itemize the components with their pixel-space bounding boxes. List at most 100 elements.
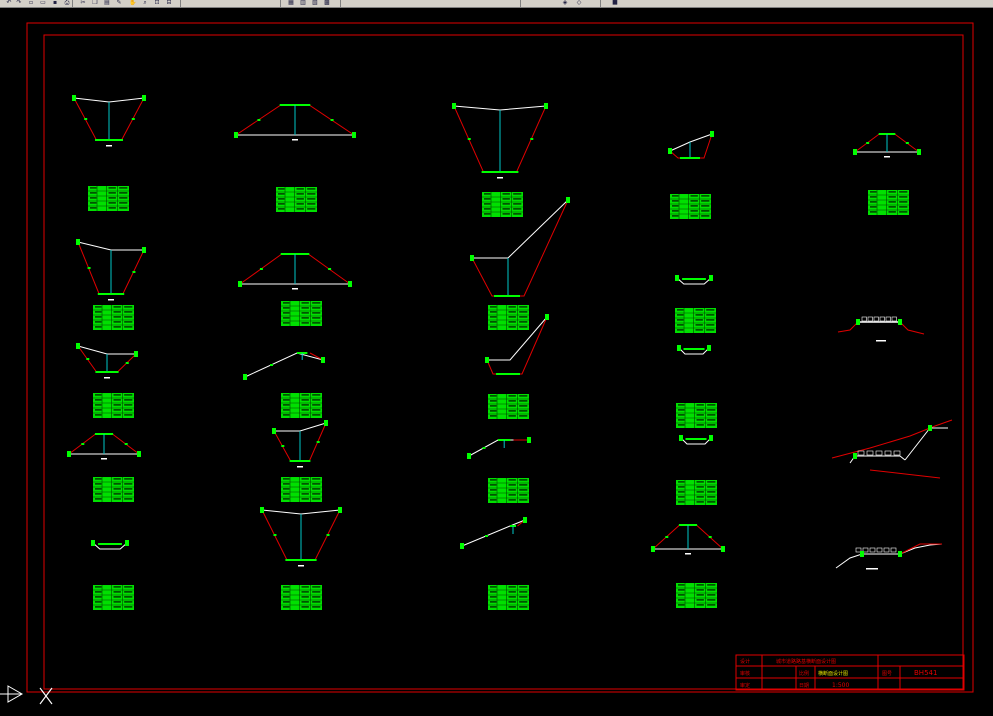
cad-toolbar: ↶ ↷ ▫ ▭ ▪ ⎙ ✂ ❐ ▤ ✎ ✋ ⌕ ⊡ ⊟ ▦ ▥ ▧ ▩ ◈ ◇ ■ xyxy=(0,0,993,8)
print-icon[interactable]: ⎙ xyxy=(62,0,72,6)
drawing-svg[interactable]: 设计 城市道路路基横断面设计图 审核 比例 横断面设计图 图号 BH541 审定… xyxy=(0,8,993,716)
table-cell-text xyxy=(696,496,704,498)
table-cell-text xyxy=(508,591,516,593)
structure-detail xyxy=(884,450,892,456)
table-cell-text xyxy=(124,321,133,323)
section-marker xyxy=(928,425,932,431)
table-cell-text xyxy=(490,591,497,593)
layer-state-icon[interactable]: ◇ xyxy=(574,0,584,6)
open-icon[interactable]: ▭ xyxy=(38,0,48,6)
zoom-realtime-icon[interactable]: ⌕ xyxy=(140,0,150,6)
ground-line xyxy=(73,97,145,103)
table-cell-text xyxy=(113,596,121,598)
properties-icon[interactable]: ▦ xyxy=(286,0,296,6)
road-surface xyxy=(835,543,943,569)
table-cell-text xyxy=(678,594,685,596)
section-marker xyxy=(917,149,921,155)
table-cell-text xyxy=(90,197,97,199)
table-cell-text xyxy=(312,414,321,416)
title-block-label-design: 设计 xyxy=(740,658,750,665)
table-cell-text xyxy=(519,306,528,308)
table-cell-text xyxy=(312,307,321,309)
table-cell-text xyxy=(519,596,528,598)
section-marker xyxy=(272,428,276,434)
table-cell-text xyxy=(124,399,133,401)
table-cell-text xyxy=(95,399,102,401)
zoom-window-icon[interactable]: ⊡ xyxy=(152,0,162,6)
calculator-icon[interactable]: ▩ xyxy=(322,0,332,6)
fill-cross-section xyxy=(853,133,921,158)
table-cell-text xyxy=(312,493,321,495)
design-center-icon[interactable]: ▥ xyxy=(298,0,308,6)
table-cell-text xyxy=(707,486,716,488)
slope-marker xyxy=(259,268,263,270)
table-cell-text xyxy=(678,496,685,498)
table-cell-text xyxy=(490,395,497,397)
structure-detail xyxy=(893,450,901,456)
table-cell-text xyxy=(283,606,290,608)
zoom-previous-icon[interactable]: ⊟ xyxy=(164,0,174,6)
table-cell-text xyxy=(124,326,133,328)
cut-icon[interactable]: ✂ xyxy=(78,0,88,6)
drawing-canvas[interactable]: 设计 城市道路路基横断面设计图 审核 比例 横断面设计图 图号 BH541 审定… xyxy=(0,8,993,716)
table-cell-text xyxy=(95,409,102,411)
table-cell-text xyxy=(707,404,716,406)
section-marker xyxy=(137,451,141,457)
table-cell-text xyxy=(124,498,133,500)
table-cell-text xyxy=(519,601,528,603)
save-icon[interactable]: ▪ xyxy=(50,0,60,6)
table-cell-text xyxy=(283,498,290,500)
section-marker xyxy=(853,453,857,459)
table-cell-text xyxy=(678,584,685,586)
parameter-table xyxy=(670,194,711,219)
table-cell-text xyxy=(706,324,715,326)
table-cell-text xyxy=(307,198,316,200)
slope-marker xyxy=(132,271,136,273)
table-cell-text xyxy=(888,196,896,198)
slope-marker xyxy=(81,443,85,445)
table-cell-text xyxy=(312,322,321,324)
paste-icon[interactable]: ▤ xyxy=(102,0,112,6)
table-cell-text xyxy=(95,498,102,500)
table-cell-text xyxy=(124,316,133,318)
color-control-icon[interactable]: ■ xyxy=(610,0,620,6)
tool-palettes-icon[interactable]: ▧ xyxy=(310,0,320,6)
table-cell-text xyxy=(899,206,908,208)
table-cell-text xyxy=(899,196,908,198)
table-cell-text xyxy=(706,314,715,316)
pan-icon[interactable]: ✋ xyxy=(128,0,138,6)
table-cell-text xyxy=(502,213,510,215)
section-marker xyxy=(125,540,129,546)
ground-line xyxy=(261,509,341,515)
section-marker xyxy=(467,453,471,459)
slope-marker xyxy=(131,118,135,120)
ground-line xyxy=(461,519,526,547)
match-properties-icon[interactable]: ✎ xyxy=(114,0,124,6)
table-cell-text xyxy=(508,405,516,407)
redo-icon[interactable]: ↷ xyxy=(14,0,24,6)
table-cell-text xyxy=(870,211,877,213)
table-cell-text xyxy=(696,599,704,601)
table-cell-text xyxy=(678,481,685,483)
section-marker xyxy=(709,275,713,281)
new-file-icon[interactable]: ▫ xyxy=(26,0,36,6)
table-cell-text xyxy=(484,203,491,205)
layer-icon[interactable]: ◈ xyxy=(560,0,570,6)
parameter-table xyxy=(675,308,716,333)
ground-line xyxy=(453,105,547,111)
undo-icon[interactable]: ↶ xyxy=(4,0,14,6)
table-cell-text xyxy=(678,501,685,503)
section-marker xyxy=(321,357,325,363)
copy-icon[interactable]: ❐ xyxy=(90,0,100,6)
table-cell-text xyxy=(124,586,133,588)
table-cell-text xyxy=(296,198,304,200)
section-marker xyxy=(452,103,456,109)
table-cell-text xyxy=(119,207,128,209)
table-cell-text xyxy=(124,591,133,593)
table-cell-text xyxy=(283,493,290,495)
table-cell-text xyxy=(108,197,116,199)
title-block-label-approve: 审定 xyxy=(740,682,750,689)
section-marker xyxy=(76,343,80,349)
table-cell-text xyxy=(95,606,102,608)
table-cell-text xyxy=(677,319,684,321)
